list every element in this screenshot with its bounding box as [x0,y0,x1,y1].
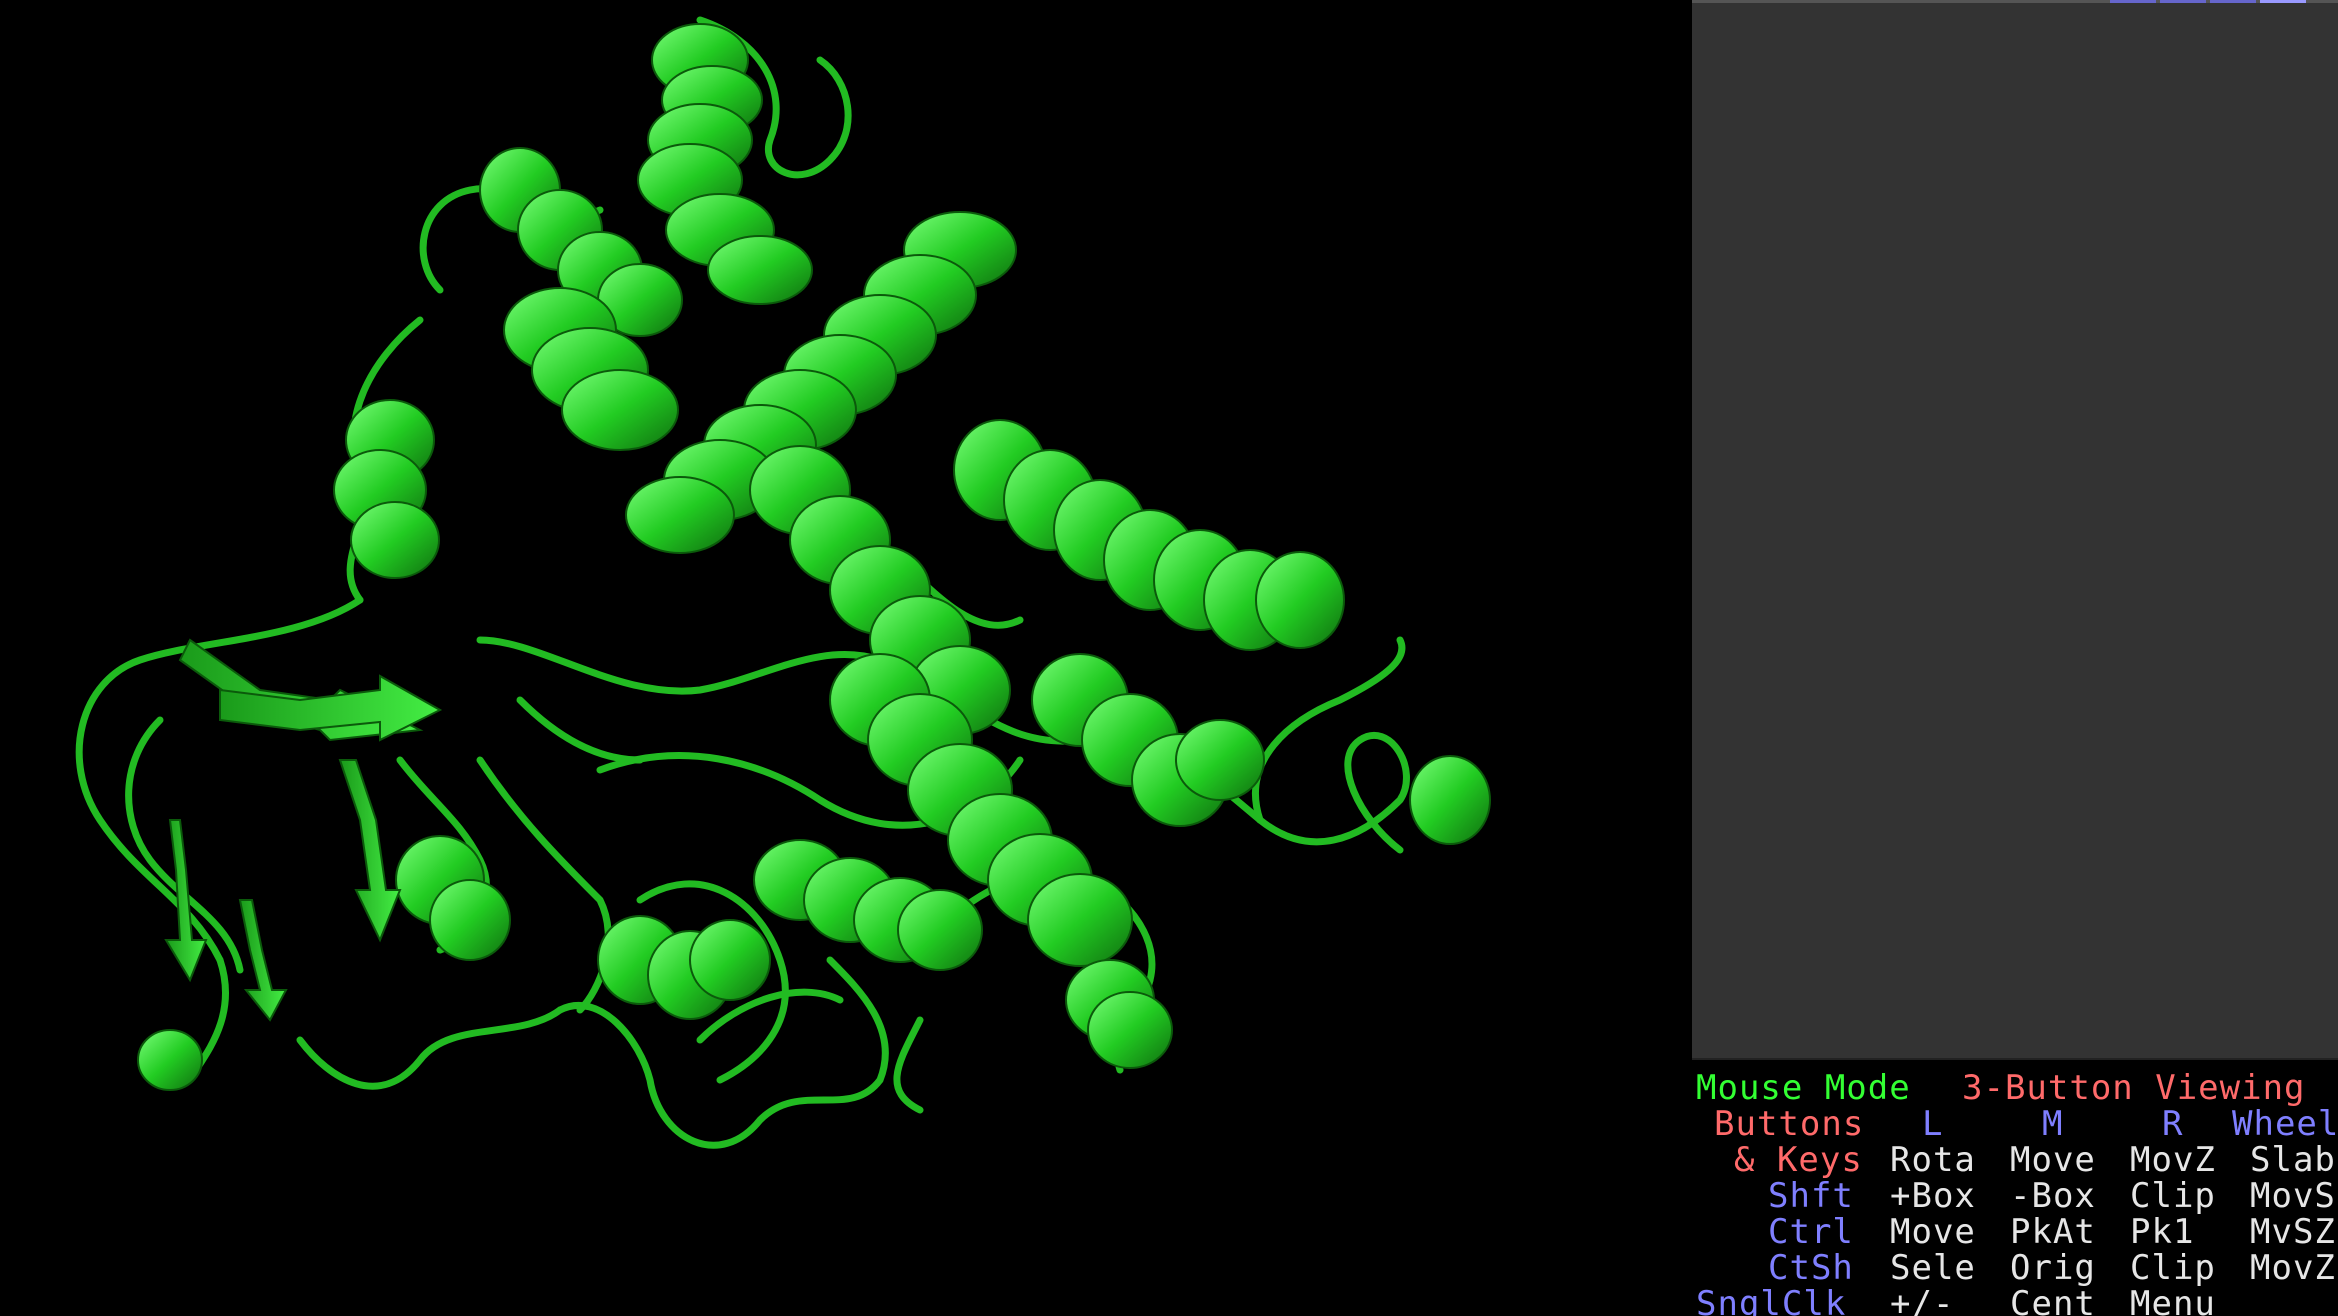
middle-action: Move [2010,1140,2096,1180]
middle-action: PkAt [2010,1212,2096,1252]
left-action: Sele [1890,1248,1976,1288]
binding-row: CtSh Sele Orig Clip MovZ [1692,1250,2335,1286]
modifier-label: & Keys [1734,1140,1863,1180]
mouse-mode-title-row: Mouse Mode 3-Button Viewing [1692,1070,2305,1106]
buttons-label: Buttons [1714,1104,1865,1144]
middle-action: Orig [2010,1248,2096,1288]
modifier-label: SnglClk [1696,1284,1847,1316]
mouse-mode-value[interactable]: 3-Button Viewing [1962,1070,2306,1106]
right-action: Pk1 [2130,1212,2195,1252]
mouse-mode-label: Mouse Mode [1696,1068,1911,1108]
menu-tab[interactable] [2260,0,2306,3]
right-action: Menu [2130,1284,2216,1316]
menu-tab[interactable] [2210,0,2256,3]
alpha-helices [137,23,1491,1091]
left-action: +/- [1890,1284,1955,1316]
right-action: Clip [2130,1248,2216,1288]
beta-sheets [164,638,443,1022]
binding-row: Shft +Box -Box Clip MovS [1692,1178,2335,1214]
molecular-viewport[interactable] [0,0,1692,1316]
left-action: +Box [1890,1176,1976,1216]
modifier-label: CtSh [1768,1248,1854,1288]
binding-row: SnglClk +/- Cent Menu [1692,1286,2215,1316]
wheel-action: MovS [2250,1176,2336,1216]
binding-row: & Keys Rota Move MovZ Slab [1692,1142,2335,1178]
left-button-label: L [1922,1104,1944,1144]
wheel-label: Wheel [2232,1104,2338,1144]
right-button-label: R [2162,1104,2184,1144]
binding-row: Ctrl Move PkAt Pk1 MvSZ [1692,1214,2335,1250]
side-panel: Mouse Mode 3-Button Viewing Buttons L M … [1692,0,2338,1316]
menu-tab[interactable] [2110,0,2156,3]
wheel-action: MovZ [2250,1248,2336,1288]
middle-action: Cent [2010,1284,2096,1316]
modifier-label: Ctrl [1768,1212,1854,1252]
wheel-action: Slab [2250,1140,2336,1180]
left-action: Rota [1890,1140,1976,1180]
middle-button-label: M [2042,1104,2064,1144]
object-menu-strip [1692,0,2338,3]
button-header-row: Buttons L M R Wheel [1692,1106,2338,1142]
modifier-label: Shft [1768,1176,1854,1216]
right-action: Clip [2130,1176,2216,1216]
left-action: Move [1890,1212,1976,1252]
right-action: MovZ [2130,1140,2216,1180]
middle-action: -Box [2010,1176,2096,1216]
menu-tab[interactable] [2160,0,2206,3]
wheel-action: MvSZ [2250,1212,2336,1252]
protein-cartoon [75,16,1491,1149]
mouse-mode-panel[interactable]: Mouse Mode 3-Button Viewing Buttons L M … [1692,1058,2338,1316]
